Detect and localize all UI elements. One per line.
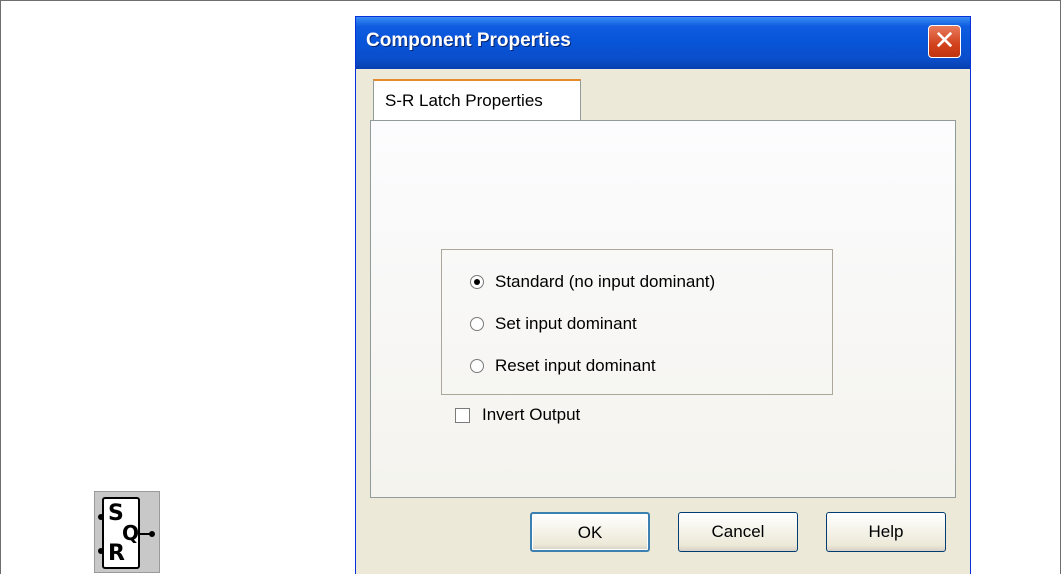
radio-set-dominant-label: Set input dominant [495, 314, 637, 333]
latch-output-pin [149, 531, 155, 537]
component-properties-dialog: Component Properties ✕ S-R Latch Propert… [355, 16, 971, 574]
close-icon: ✕ [933, 26, 956, 56]
tab-sr-latch-properties[interactable]: S-R Latch Properties [373, 79, 581, 121]
invert-output-row[interactable]: Invert Output [455, 405, 580, 425]
table-border-left [0, 0, 1, 574]
table-border-top [0, 0, 1061, 1]
sr-latch-icon: S R Q [94, 491, 160, 573]
close-button[interactable]: ✕ [928, 25, 961, 58]
invert-output-checkbox[interactable] [455, 407, 470, 423]
radio-set-dominant[interactable]: Set input dominant [470, 314, 637, 334]
radio-reset-dominant[interactable]: Reset input dominant [470, 356, 656, 376]
cancel-button[interactable]: Cancel [678, 512, 798, 552]
latch-mode-group: Standard (no input dominant) Set input d… [441, 249, 833, 395]
radio-standard[interactable]: Standard (no input dominant) [470, 272, 715, 292]
latch-reset-pin [98, 548, 104, 554]
ok-button[interactable]: OK [530, 512, 650, 552]
radio-reset-dominant-label: Reset input dominant [495, 356, 656, 375]
radio-standard-label: Standard (no input dominant) [495, 272, 716, 291]
help-button[interactable]: Help [826, 512, 946, 552]
dialog-title: Component Properties [366, 30, 571, 51]
radio-set-dominant-button[interactable] [470, 317, 484, 331]
tab-label: S-R Latch Properties [385, 91, 543, 110]
latch-set-pin [98, 514, 104, 520]
latch-reset-label: R [108, 541, 125, 566]
radio-standard-button[interactable] [470, 275, 484, 289]
dialog-titlebar[interactable]: Component Properties ✕ [356, 17, 970, 69]
invert-output-label: Invert Output [482, 405, 581, 424]
latch-output-label: Q [122, 521, 140, 545]
radio-reset-dominant-button[interactable] [470, 359, 484, 373]
tab-panel: Standard (no input dominant) Set input d… [370, 120, 956, 498]
